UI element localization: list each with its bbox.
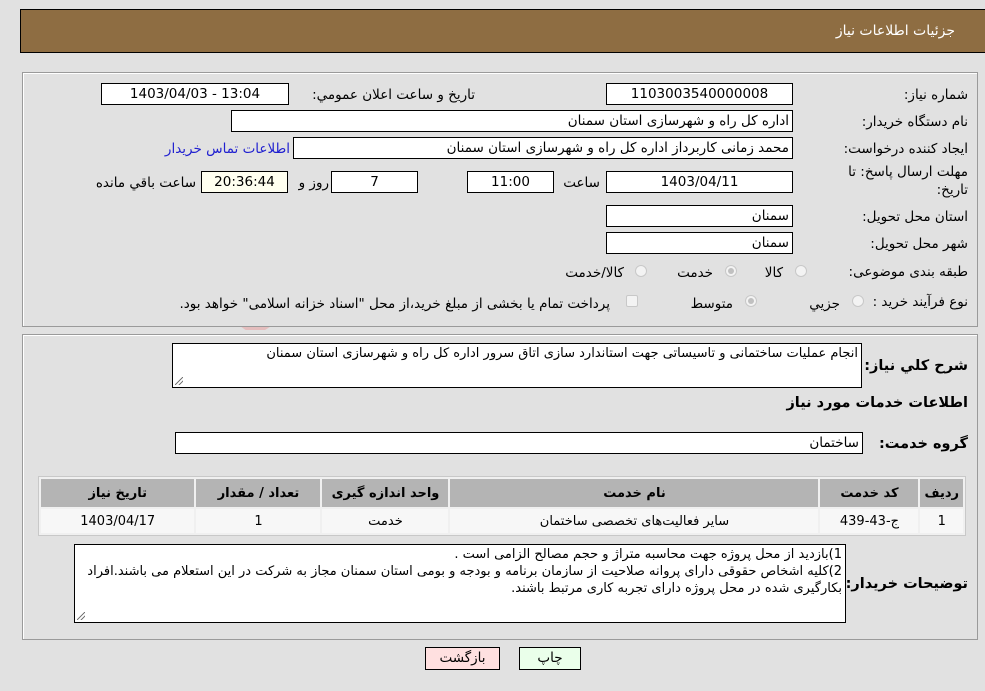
resize-grip-icon[interactable] <box>175 377 183 385</box>
service-group-field: ساختمان <box>175 432 863 454</box>
buyer-notes-label: توضیحات خریدار: <box>845 576 968 592</box>
cell-quantity: 1 <box>196 509 321 533</box>
services-table: ردیف کد خدمت نام خدمت واحد اندازه گیری ت… <box>38 476 966 536</box>
cell-service-name: سایر فعالیت‌های تخصصی ساختمان <box>450 509 819 533</box>
deadline-label: مهلت ارسال پاسخ: تا <box>848 164 968 180</box>
cell-service-code: ج-43-439 <box>820 509 919 533</box>
creator-label: ایجاد کننده درخواست: <box>843 141 968 157</box>
deadline-label-2: تاریخ: <box>936 182 968 198</box>
buyer-org-field: اداره کل راه و شهرسازی استان سمنان <box>231 110 793 132</box>
announce-datetime-field: 1403/04/03 - 13:04 <box>101 83 289 105</box>
city-label: شهر محل تحویل: <box>870 236 968 252</box>
need-number-field: 1103003540000008 <box>606 83 793 105</box>
page-title: جزئیات اطلاعات نیاز <box>835 23 955 39</box>
print-button[interactable]: چاپ <box>519 647 581 670</box>
city-field: سمنان <box>606 232 793 254</box>
cell-unit: خدمت <box>322 509 449 533</box>
treasury-checkbox[interactable] <box>626 295 638 307</box>
col-unit: واحد اندازه گیری <box>322 479 449 507</box>
buyer-notes-textarea[interactable]: 1)بازدید از محل پروژه جهت محاسبه متراژ و… <box>74 544 846 623</box>
category-radio-goods[interactable] <box>795 265 807 277</box>
cell-row-number: 1 <box>920 509 963 533</box>
deadline-time-field: 11:00 <box>467 171 554 193</box>
page-header: جزئیات اطلاعات نیاز <box>20 9 985 53</box>
col-row-number: ردیف <box>920 479 963 507</box>
buyer-org-label: نام دستگاه خریدار: <box>861 114 968 130</box>
remaining-time-field: 20:36:44 <box>201 171 288 193</box>
buyer-contact-link[interactable]: اطلاعات تماس خریدار <box>165 141 290 157</box>
service-group-label: گروه خدمت: <box>878 436 968 452</box>
table-row: 1 ج-43-439 سایر فعالیت‌های تخصصی ساختمان… <box>41 509 963 533</box>
deadline-date-field: 1403/04/11 <box>606 171 793 193</box>
announce-label: تاریخ و ساعت اعلان عمومي: <box>312 87 475 103</box>
category-option-goods: کالا <box>764 265 783 281</box>
buyer-note-line-1: 1)بازدید از محل پروژه جهت محاسبه متراژ و… <box>454 547 842 562</box>
days-label: روز و <box>298 175 329 191</box>
days-remaining-field: 7 <box>331 171 418 193</box>
buyer-note-line-2: 2)کلیه اشخاص حقوقی دارای پروانه صلاحیت ا… <box>87 564 842 596</box>
col-service-name: نام خدمت <box>450 479 819 507</box>
cell-need-date: 1403/04/17 <box>41 509 195 533</box>
description-textarea[interactable]: انجام عملیات ساختمانی و تاسیساتی جهت است… <box>172 343 862 388</box>
description-text: انجام عملیات ساختمانی و تاسیساتی جهت است… <box>266 346 858 361</box>
category-option-service: خدمت <box>677 265 713 281</box>
deadline-time-label: ساعت <box>563 175 600 191</box>
col-need-date: تاریخ نیاز <box>41 479 195 507</box>
category-radio-goods-service[interactable] <box>635 265 647 277</box>
process-radio-medium[interactable] <box>745 295 757 307</box>
description-label: شرح کلي نیاز: <box>864 358 968 374</box>
back-button[interactable]: بازگشت <box>425 647 500 670</box>
table-header-row: ردیف کد خدمت نام خدمت واحد اندازه گیری ت… <box>41 479 963 507</box>
process-type-label: نوع فرآیند خرید : <box>872 294 968 310</box>
col-service-code: کد خدمت <box>820 479 919 507</box>
remaining-time-label: ساعت باقي مانده <box>95 175 196 191</box>
category-option-goods-service: کالا/خدمت <box>565 265 624 281</box>
need-number-label: شماره نیاز: <box>903 87 968 103</box>
category-radio-service[interactable] <box>725 265 737 277</box>
services-section-title: اطلاعات خدمات مورد نیاز <box>786 395 968 411</box>
creator-field: محمد زمانی کاربرداز اداره کل راه و شهرسا… <box>293 137 793 159</box>
process-option-medium: متوسط <box>690 296 733 312</box>
category-label: طبقه بندی موضوعی: <box>848 264 968 280</box>
col-quantity: تعداد / مقدار <box>196 479 321 507</box>
province-field: سمنان <box>606 205 793 227</box>
treasury-note: پرداخت تمام یا بخشی از مبلغ خرید،از محل … <box>179 296 610 312</box>
resize-grip-icon[interactable] <box>77 612 85 620</box>
process-radio-minor[interactable] <box>852 295 864 307</box>
process-option-minor: جزيي <box>809 296 840 312</box>
province-label: استان محل تحویل: <box>862 209 968 225</box>
